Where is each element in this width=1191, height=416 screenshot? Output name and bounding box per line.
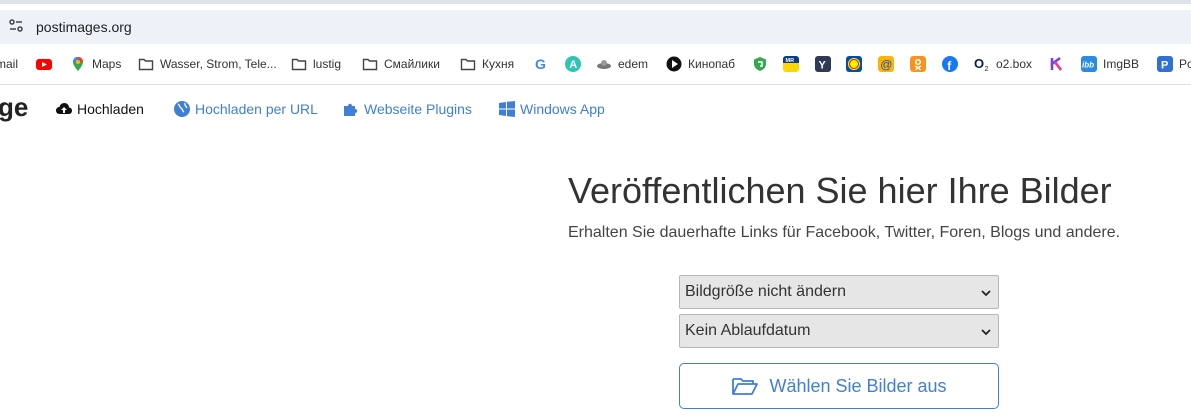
nav-plugins-label: Webseite Plugins	[364, 101, 472, 117]
maps-pin-icon	[73, 57, 83, 71]
image-size-value: Bildgröße nicht ändern	[685, 283, 846, 300]
choose-images-button[interactable]: Wählen Sie Bilder aus	[679, 363, 999, 409]
lidl-icon	[846, 56, 862, 72]
bookmark-youtube[interactable]	[36, 50, 58, 78]
ok-icon	[910, 56, 926, 72]
bookmark-maps[interactable]: Maps	[70, 50, 121, 78]
nav-plugins[interactable]: Webseite Plugins	[342, 99, 472, 119]
svg-text:ibb: ibb	[1082, 61, 1094, 70]
bookmark-label: edem	[618, 57, 649, 71]
puzzle-icon	[344, 103, 358, 116]
bookmark-label: Смайлики	[384, 57, 440, 71]
bookmark-o2box[interactable]: O2 o2.box	[974, 50, 1032, 78]
bookmark-po[interactable]: P Po	[1157, 50, 1191, 78]
bookmark-label: ImgBB	[1103, 57, 1140, 71]
bookmark-shield[interactable]	[752, 50, 774, 78]
folder-icon	[138, 58, 154, 71]
bookmark-label: Кухня	[482, 57, 515, 71]
bookmark-label: Maps	[92, 57, 122, 71]
bookmark-label: Кинопаб	[688, 57, 736, 71]
svg-text:2: 2	[985, 66, 989, 72]
at-icon: @	[878, 56, 894, 72]
svg-text:O: O	[974, 56, 984, 71]
bookmark-edem[interactable]: edem	[596, 50, 648, 78]
bookmark-google[interactable]: G	[533, 50, 555, 78]
bookmark-y[interactable]: Y	[815, 50, 837, 78]
bookmark-imgbb[interactable]: ibb ImgBB	[1081, 50, 1139, 78]
folder-icon	[362, 58, 378, 71]
address-url[interactable]: postimages.org	[36, 19, 132, 35]
bookmark-ok[interactable]	[910, 50, 932, 78]
p-icon: P	[1157, 56, 1173, 72]
site-logo[interactable]: ge	[0, 92, 28, 123]
bookmarks-bar: mail Maps Wasser, Strom, Tele... lustig …	[0, 50, 1191, 78]
expiry-select[interactable]: Kein Ablaufdatum	[679, 314, 999, 348]
bookmarks-divider	[0, 84, 1191, 85]
svg-text:MR: MR	[786, 58, 795, 64]
page-headline: Veröffentlichen Sie hier Ihre Bilder	[568, 170, 1112, 211]
bookmark-a-circle[interactable]: A	[565, 50, 587, 78]
youtube-icon	[36, 59, 52, 70]
nav-upload-label: Hochladen	[77, 101, 144, 117]
bookmark-folder-wasser[interactable]: Wasser, Strom, Tele...	[138, 50, 277, 78]
site-settings-icon[interactable]	[8, 18, 24, 34]
edem-icon	[597, 60, 611, 69]
svg-text:@: @	[880, 58, 892, 72]
google-icon: G	[535, 56, 546, 72]
svg-text:Y: Y	[819, 60, 827, 72]
windows-icon	[499, 101, 515, 117]
page-subline: Erhalten Sie dauerhafte Links für Facebo…	[568, 224, 1121, 241]
svg-text:P: P	[1161, 60, 1168, 72]
address-bar[interactable]	[0, 10, 1191, 44]
nav-upload-url-label: Hochladen per URL	[195, 101, 318, 117]
bookmark-gmail[interactable]: mail	[0, 50, 18, 78]
svg-text:G: G	[535, 56, 546, 72]
mr-icon: MR	[783, 56, 799, 72]
nav-windows-app[interactable]: Windows App	[498, 99, 605, 119]
bookmark-folder-kuhnya[interactable]: Кухня	[460, 50, 514, 78]
k-icon	[1050, 56, 1063, 71]
cloud-upload-icon	[56, 103, 72, 114]
y-icon: Y	[815, 56, 831, 72]
chevron-down-icon	[981, 290, 991, 297]
kinopub-icon	[666, 56, 682, 72]
bookmark-label: Wasser, Strom, Tele...	[160, 57, 277, 71]
nav-windows-app-label: Windows App	[520, 101, 605, 117]
a-circle-icon: A	[565, 56, 581, 72]
shield-bookmark-icon	[754, 57, 766, 71]
svg-text:A: A	[569, 59, 577, 71]
bookmark-at[interactable]: @	[878, 50, 900, 78]
bookmark-label: mail	[0, 57, 19, 71]
folder-icon	[460, 58, 476, 71]
folder-icon	[291, 58, 307, 71]
bookmark-mr[interactable]: MR	[783, 50, 805, 78]
folder-open-icon	[732, 378, 759, 395]
bookmark-folder-lustig[interactable]: lustig	[291, 50, 341, 78]
nav-upload-url[interactable]: Hochladen per URL	[173, 99, 318, 119]
image-size-select[interactable]: Bildgröße nicht ändern	[679, 275, 999, 309]
bookmark-label: o2.box	[996, 57, 1033, 71]
choose-images-label: Wählen Sie Bilder aus	[769, 375, 947, 396]
facebook-icon: f	[942, 56, 958, 72]
browser-top-strip	[0, 0, 1191, 4]
bookmark-facebook[interactable]: f	[942, 50, 964, 78]
globe-icon	[174, 101, 190, 117]
bookmark-kinopub[interactable]: Кинопаб	[666, 50, 735, 78]
chevron-down-icon	[981, 329, 991, 336]
bookmark-label: lustig	[313, 57, 342, 71]
ibb-icon: ibb	[1081, 56, 1097, 72]
bookmark-folder-smajliki[interactable]: Смайлики	[362, 50, 440, 78]
nav-upload[interactable]: Hochladen	[55, 99, 144, 119]
bookmark-label: Po	[1179, 57, 1191, 71]
bookmark-k[interactable]	[1049, 50, 1071, 78]
bookmark-lidl[interactable]	[846, 50, 868, 78]
o2-icon: O2	[974, 56, 989, 72]
expiry-value: Kein Ablaufdatum	[685, 322, 811, 339]
